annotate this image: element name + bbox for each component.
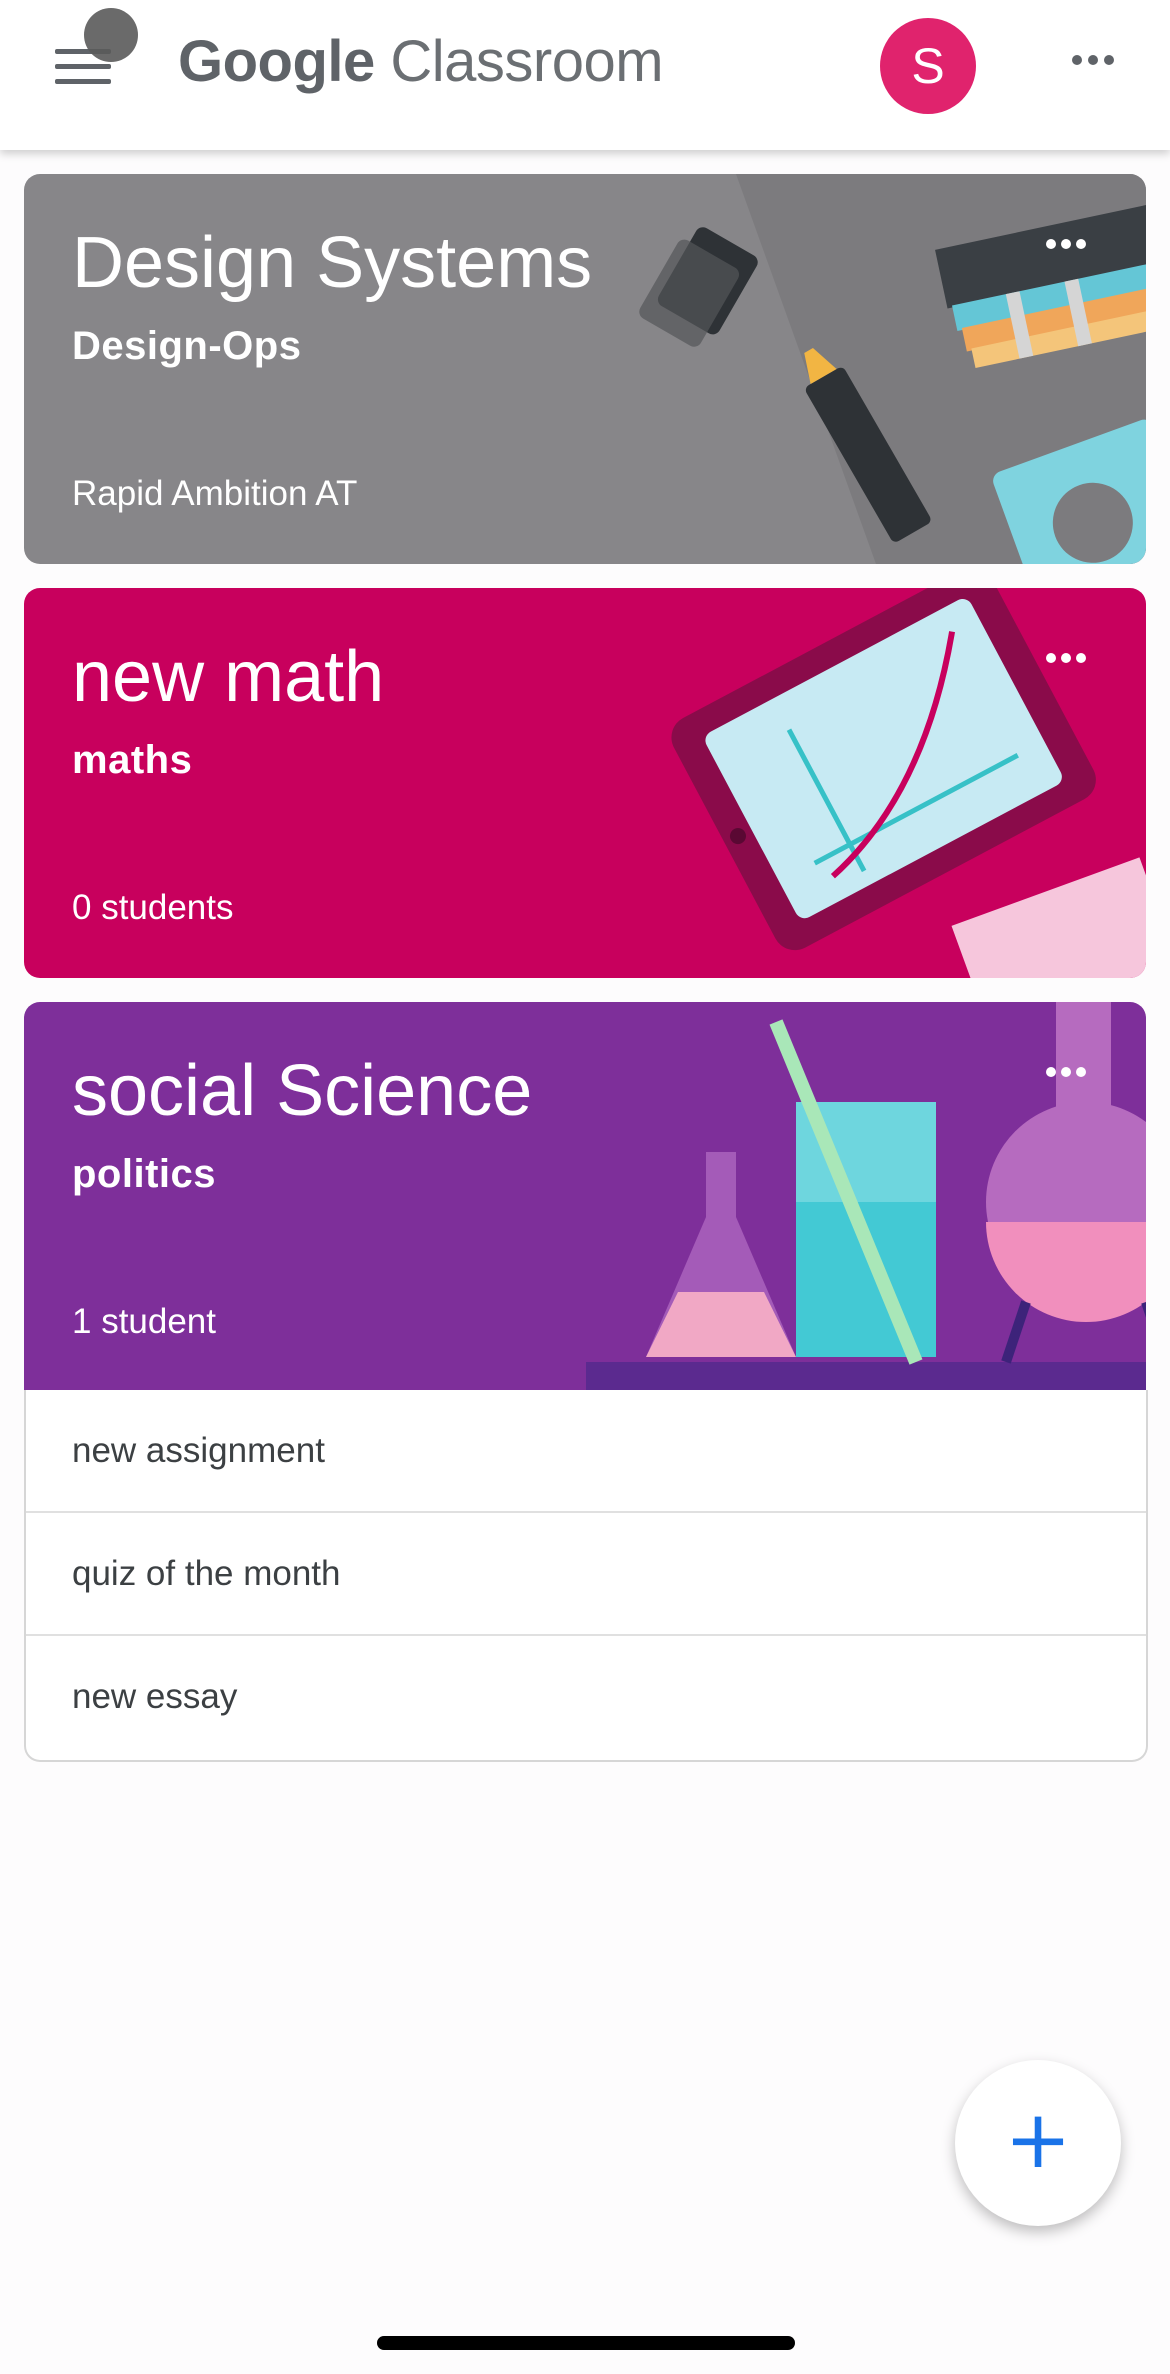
class-title: Design Systems bbox=[72, 223, 593, 303]
class-card-design-systems[interactable]: Design Systems Design-Ops Rapid Ambition… bbox=[24, 174, 1146, 564]
home-indicator bbox=[377, 2336, 795, 2350]
class-section: maths bbox=[72, 738, 193, 782]
add-class-button[interactable]: + bbox=[955, 2060, 1121, 2226]
touch-indicator bbox=[84, 8, 138, 62]
app-title: Google Classroom bbox=[178, 28, 664, 95]
assignment-item[interactable]: new essay bbox=[26, 1636, 1146, 1757]
class-title: social Science bbox=[72, 1051, 533, 1131]
class-section: politics bbox=[72, 1152, 217, 1196]
assignment-list: new assignment quiz of the month new ess… bbox=[24, 1390, 1148, 1762]
avatar[interactable]: S bbox=[880, 18, 976, 114]
assignment-item[interactable]: quiz of the month bbox=[26, 1513, 1146, 1636]
art-supplies-illustration bbox=[639, 174, 1146, 564]
class-meta: Rapid Ambition AT bbox=[72, 474, 358, 513]
class-section: Design-Ops bbox=[72, 324, 302, 368]
tablet-graph-illustration bbox=[671, 588, 1146, 978]
card-more-icon[interactable] bbox=[1046, 236, 1100, 256]
lab-flasks-illustration bbox=[586, 1002, 1146, 1392]
class-card-social-science[interactable]: social Science politics 1 student bbox=[24, 1002, 1146, 1392]
brand-classroom: Classroom bbox=[390, 29, 664, 94]
assignment-item[interactable]: new assignment bbox=[26, 1390, 1146, 1513]
class-title: new math bbox=[72, 637, 385, 717]
class-meta: 0 students bbox=[72, 888, 234, 927]
app-bar: Google Classroom S bbox=[0, 0, 1170, 150]
more-options-icon[interactable] bbox=[1072, 52, 1124, 82]
card-more-icon[interactable] bbox=[1046, 1064, 1100, 1084]
brand-google: Google bbox=[178, 29, 375, 94]
add-icon: + bbox=[1004, 2093, 1072, 2186]
class-card-new-math[interactable]: new math maths 0 students bbox=[24, 588, 1146, 978]
class-meta: 1 student bbox=[72, 1302, 216, 1341]
card-more-icon[interactable] bbox=[1046, 650, 1100, 670]
